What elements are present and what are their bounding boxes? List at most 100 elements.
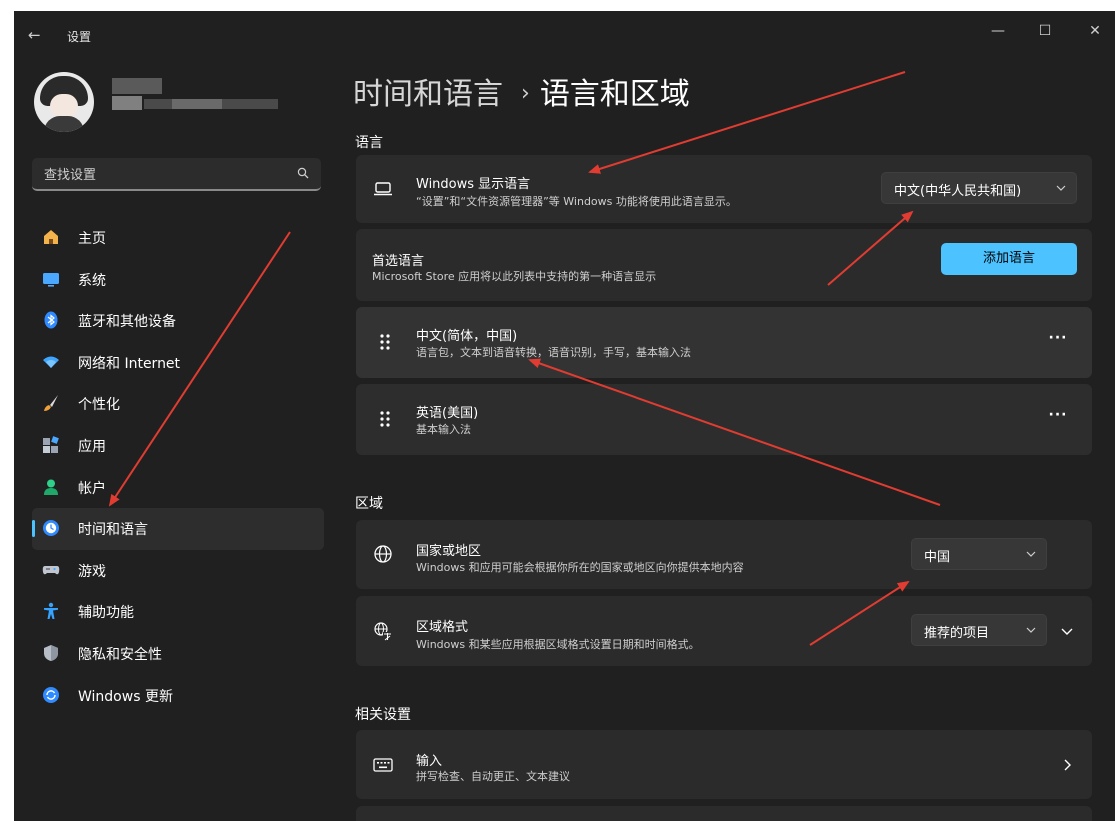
accessibility-icon	[44, 603, 58, 620]
country-region-title: 国家或地区	[416, 544, 482, 559]
avatar-face	[50, 94, 78, 118]
expand-chevron-icon[interactable]	[1061, 626, 1073, 636]
sidebar-item-bluetooth[interactable]: 蓝牙和其他设备	[32, 300, 324, 342]
user-name-pixelated	[112, 73, 278, 125]
sidebar-item-label: Windows 更新	[78, 688, 173, 705]
regional-format-title: 区域格式	[416, 620, 469, 635]
breadcrumb-separator: ›	[521, 81, 530, 106]
home-icon	[44, 230, 58, 244]
sidebar-item-label: 主页	[78, 231, 106, 247]
search-box[interactable]	[32, 158, 321, 191]
more-options-button[interactable]: ···	[1042, 404, 1074, 436]
settings-window: ← 设置 — ☐ ✕ 主页	[14, 11, 1115, 821]
active-indicator	[32, 520, 35, 538]
sidebar-item-label: 个性化	[78, 397, 120, 414]
display-language-subtitle: “设置”和“文件资源管理器”等 Windows 功能将使用此语言显示。	[416, 195, 737, 208]
input-settings-title: 输入	[416, 754, 443, 769]
language-item-chinese[interactable]: 中文(简体，中国) 语言包，文本到语音转换，语音识别，手写，基本输入法 ···	[356, 307, 1092, 378]
regional-format-card[interactable]: 区域格式 Windows 和某些应用根据区域格式设置日期和时间格式。 推荐的项目	[356, 596, 1092, 666]
sidebar-item-label: 应用	[78, 438, 106, 455]
close-button[interactable]: ✕	[1080, 19, 1110, 43]
minimize-button[interactable]: —	[983, 19, 1013, 43]
input-settings-subtitle: 拼写检查、自动更正、文本建议	[416, 770, 570, 783]
language-item-subtitle: 基本输入法	[416, 423, 471, 436]
sidebar-item-network[interactable]: 网络和 Internet	[32, 342, 324, 384]
pixel-block	[112, 78, 162, 94]
chevron-down-icon	[1026, 551, 1036, 557]
gamepad-icon	[42, 565, 60, 575]
country-region-card: 国家或地区 Windows 和应用可能会根据你所在的国家或地区向你提供本地内容 …	[356, 520, 1092, 589]
page-title: 语言和区域	[539, 77, 690, 112]
system-display-icon	[43, 272, 59, 287]
sidebar-item-windows-update[interactable]: Windows 更新	[32, 675, 324, 717]
windows-update-icon	[43, 686, 59, 703]
sidebar-item-label: 网络和 Internet	[78, 355, 181, 372]
pixel-block	[112, 96, 142, 110]
sidebar-item-label: 时间和语言	[78, 522, 148, 539]
language-item-title: 中文(简体，中国)	[416, 329, 518, 344]
sidebar-item-gaming[interactable]: 游戏	[32, 550, 324, 592]
section-title-language: 语言	[355, 135, 383, 151]
dropdown-value: 中文(中华人民共和国)	[894, 184, 1022, 199]
language-item-subtitle: 语言包，文本到语音转换，语音识别，手写，基本输入法	[416, 346, 691, 359]
preferred-languages-card: 首选语言 Microsoft Store 应用将以此列表中支持的第一种语言显示 …	[356, 229, 1092, 301]
sidebar-item-accessibility[interactable]: 辅助功能	[32, 591, 324, 633]
sidebar-item-label: 蓝牙和其他设备	[78, 314, 176, 331]
language-item-english[interactable]: 英语(美国) 基本输入法 ···	[356, 384, 1092, 455]
preferred-languages-title: 首选语言	[372, 254, 425, 269]
maximize-button[interactable]: ☐	[1030, 19, 1060, 43]
input-settings-card[interactable]: 输入 拼写检查、自动更正、文本建议	[356, 730, 1092, 799]
more-options-button[interactable]: ···	[1042, 327, 1074, 359]
sidebar-item-label: 帐户	[78, 480, 106, 497]
sidebar-nav: 主页 系统 蓝牙和其他设备 网络和 Internet 个性化 应用 帐户 时间和…	[32, 217, 324, 716]
sidebar-item-label: 游戏	[78, 563, 106, 580]
add-language-button[interactable]: 添加语言	[941, 243, 1077, 275]
pixel-block	[172, 99, 222, 109]
laptop-icon	[374, 182, 392, 196]
apps-icon	[43, 436, 59, 453]
next-settings-card[interactable]	[356, 806, 1092, 821]
display-language-dropdown[interactable]: 中文(中华人民共和国)	[881, 172, 1077, 204]
sidebar-item-system[interactable]: 系统	[32, 259, 324, 301]
drag-handle-icon[interactable]	[378, 333, 392, 351]
time-language-icon	[43, 520, 59, 537]
chevron-down-icon	[1026, 627, 1036, 633]
shield-icon	[44, 644, 58, 661]
language-item-title: 英语(美国)	[416, 406, 479, 421]
sidebar-item-apps[interactable]: 应用	[32, 425, 324, 467]
display-language-title: Windows 显示语言	[416, 177, 531, 192]
regional-format-subtitle: Windows 和某些应用根据区域格式设置日期和时间格式。	[416, 638, 700, 651]
country-dropdown[interactable]: 中国	[911, 538, 1047, 570]
search-icon[interactable]	[297, 167, 309, 179]
keyboard-icon	[373, 758, 393, 772]
title-bar: ← 设置 — ☐ ✕	[14, 11, 1115, 59]
app-title: 设置	[67, 30, 92, 44]
sidebar-item-accounts[interactable]: 帐户	[32, 467, 324, 509]
preferred-languages-subtitle: Microsoft Store 应用将以此列表中支持的第一种语言显示	[372, 270, 657, 283]
avatar[interactable]	[34, 72, 94, 132]
sidebar-item-home[interactable]: 主页	[32, 217, 324, 259]
globe-icon	[374, 545, 392, 563]
display-language-card: Windows 显示语言 “设置”和“文件资源管理器”等 Windows 功能将…	[356, 155, 1092, 223]
sidebar-item-time-language[interactable]: 时间和语言	[32, 508, 324, 550]
sidebar-item-label: 系统	[78, 272, 106, 289]
back-arrow-icon[interactable]: ←	[28, 25, 50, 45]
sidebar-item-label: 辅助功能	[78, 605, 134, 622]
breadcrumb-parent[interactable]: 时间和语言	[353, 77, 503, 112]
brush-icon	[44, 395, 58, 412]
regional-format-icon	[374, 622, 392, 641]
wifi-icon	[43, 356, 59, 368]
drag-handle-icon[interactable]	[378, 410, 392, 428]
account-icon	[44, 479, 58, 495]
country-region-subtitle: Windows 和应用可能会根据你所在的国家或地区向你提供本地内容	[416, 561, 744, 574]
regional-format-dropdown[interactable]: 推荐的项目	[911, 614, 1047, 646]
bluetooth-icon	[44, 311, 58, 329]
search-input[interactable]	[42, 164, 286, 186]
chevron-right-icon	[1064, 759, 1071, 771]
sidebar-item-privacy[interactable]: 隐私和安全性	[32, 633, 324, 675]
section-title-region: 区域	[355, 496, 383, 512]
breadcrumb: 时间和语言 › 语言和区域	[353, 69, 690, 113]
sidebar-item-personalization[interactable]: 个性化	[32, 383, 324, 425]
avatar-body	[44, 116, 84, 132]
chevron-down-icon	[1056, 185, 1066, 191]
